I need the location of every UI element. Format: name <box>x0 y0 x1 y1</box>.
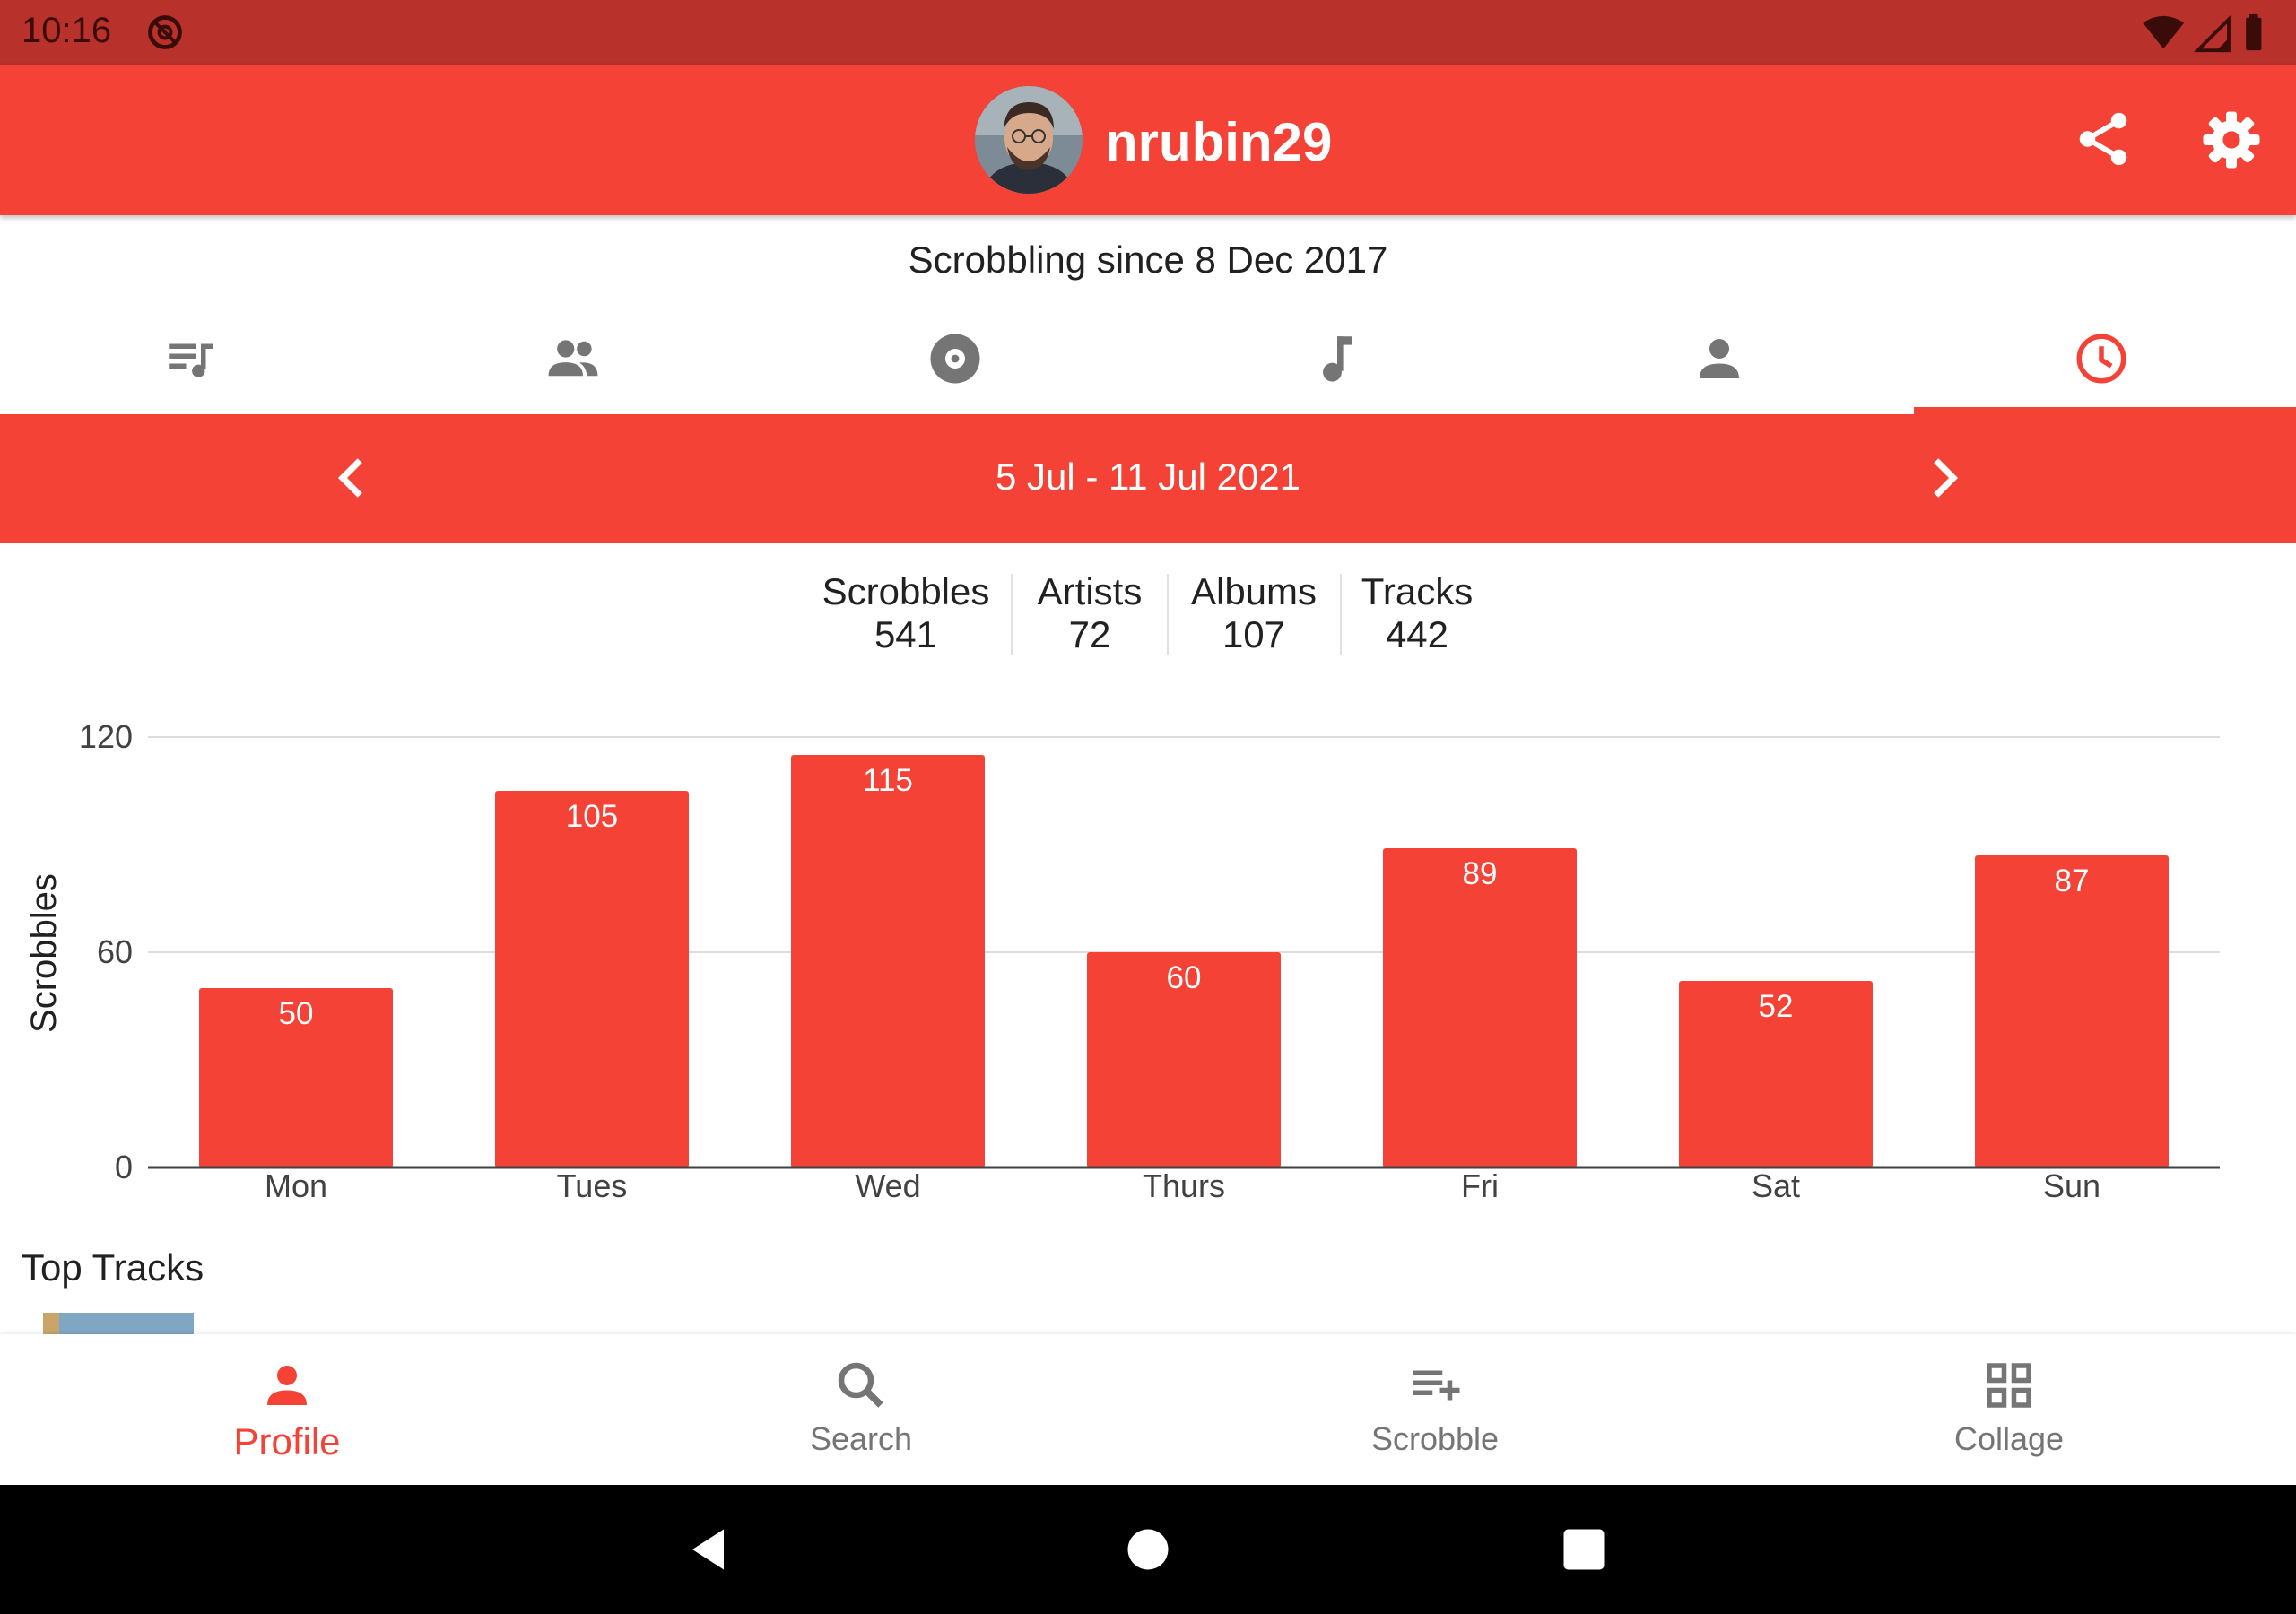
tab-albums[interactable] <box>764 305 1146 412</box>
playlist-music-icon <box>169 343 213 377</box>
nav-collage[interactable]: Collage <box>1722 1345 2296 1480</box>
music-note-icon <box>1323 336 1352 382</box>
person-icon <box>267 1366 307 1405</box>
x-tick-label: Sun <box>2043 1167 2100 1204</box>
settings-icon[interactable] <box>2199 108 2264 172</box>
bar-value-label: 115 <box>863 763 913 798</box>
stat-tracks: Tracks 442 <box>1345 570 1489 656</box>
bar-value-label: 52 <box>1759 989 1794 1024</box>
tab-tracks[interactable] <box>0 305 382 412</box>
tab-friends[interactable] <box>382 305 764 412</box>
bar-value-label: 60 <box>1167 960 1202 995</box>
bar-value-label: 89 <box>1463 856 1498 891</box>
nav-label: Profile <box>233 1420 341 1462</box>
y-tick-label: 120 <box>79 718 133 755</box>
home-icon[interactable] <box>1121 1523 1175 1576</box>
stat-label: Artists <box>1037 570 1143 612</box>
nav-label: Collage <box>1953 1420 2065 1457</box>
back-icon[interactable] <box>683 1523 737 1576</box>
tab-artists[interactable] <box>1528 305 1910 412</box>
grid-icon <box>1987 1363 2031 1408</box>
track-thumbnail[interactable] <box>43 1313 194 1334</box>
bar-value-label: 50 <box>279 996 314 1031</box>
nav-label: Search <box>809 1420 913 1457</box>
x-tick-label: Wed <box>855 1167 920 1204</box>
bar-value-label: 105 <box>566 799 618 834</box>
system-status-icons <box>2143 13 2262 53</box>
x-tick-label: Sat <box>1752 1167 1800 1204</box>
system-navigation-bar <box>0 1485 2296 1614</box>
divider <box>1340 574 1342 655</box>
bar <box>791 755 985 1167</box>
top-tracks-heading: Top Tracks <box>22 1246 204 1289</box>
bar <box>1975 855 2169 1167</box>
stat-label: Scrobbles <box>822 570 990 612</box>
nav-search[interactable]: Search <box>574 1345 1148 1480</box>
x-tick-label: Mon <box>265 1167 327 1204</box>
status-bar: 10:16 <box>0 0 2296 65</box>
nav-scrobble[interactable]: Scrobble <box>1148 1345 1722 1480</box>
do-not-disturb-icon <box>148 15 182 49</box>
stat-value: 72 <box>1068 613 1111 655</box>
tab-indicator <box>1914 407 2296 414</box>
stat-scrobbles: Scrobbles 541 <box>812 570 1000 656</box>
recents-icon[interactable] <box>1557 1523 1611 1576</box>
tab-music[interactable] <box>1146 305 1528 412</box>
stat-label: Albums <box>1190 570 1318 612</box>
people-icon <box>548 340 598 377</box>
stat-label: Tracks <box>1361 570 1474 612</box>
clock-icon <box>2076 334 2126 384</box>
x-tick-label: Thurs <box>1143 1167 1225 1204</box>
stat-artists: Artists 72 <box>1018 570 1161 656</box>
stat-albums: Albums 107 <box>1175 570 1333 656</box>
search-icon <box>838 1362 883 1408</box>
stat-value: 541 <box>874 613 938 655</box>
person-icon <box>1700 339 1739 378</box>
x-tick-label: Tues <box>557 1167 628 1204</box>
bar-value-label: 87 <box>2055 863 2090 898</box>
avatar[interactable] <box>975 86 1083 194</box>
chevron-right-icon[interactable] <box>1914 448 1973 508</box>
divider <box>1011 574 1013 655</box>
scrobbles-bar-chart: 0 60 120 Scrobbles 50 Mon 105 Tues 115 Wed 60 Thurs… <box>24 718 2220 1204</box>
divider <box>1167 574 1169 655</box>
stat-value: 442 <box>1385 613 1449 655</box>
bar <box>1383 848 1577 1167</box>
wifi-icon <box>2143 15 2185 49</box>
album-icon <box>930 334 980 384</box>
playlist-add-icon <box>1413 1370 1460 1401</box>
tab-weekly[interactable] <box>1910 305 2292 412</box>
scrobbling-since-text: Scrobbling since 8 Dec 2017 <box>908 239 1388 281</box>
status-time: 10:16 <box>22 11 112 50</box>
share-icon[interactable] <box>2072 108 2135 170</box>
track-thumbnail-edge <box>43 1313 59 1334</box>
y-tick-label: 60 <box>97 933 133 970</box>
nav-profile[interactable]: Profile <box>0 1345 574 1480</box>
nav-label: Scrobble <box>1370 1420 1500 1457</box>
battery-icon <box>2246 17 2262 51</box>
x-tick-label: Fri <box>1461 1167 1499 1204</box>
y-tick-label: 0 <box>115 1149 133 1185</box>
stat-value: 107 <box>1222 613 1286 655</box>
username: nrubin29 <box>1105 112 1333 172</box>
y-axis-label: Scrobbles <box>24 873 64 1033</box>
bar <box>495 791 689 1167</box>
